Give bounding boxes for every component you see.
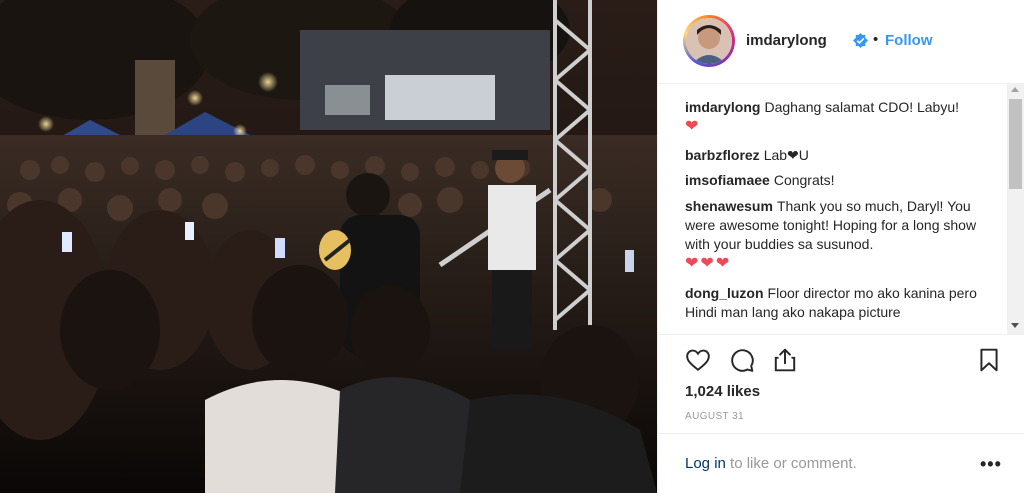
more-options-icon[interactable]: ••• (980, 454, 1002, 475)
comments-scrollbar[interactable] (1007, 84, 1024, 334)
comment-item: imsofiamaee Congrats! (685, 171, 985, 190)
post-date[interactable]: AUGUST 31 (685, 411, 744, 422)
comment-username[interactable]: dong_luzon (685, 285, 764, 301)
follow-button[interactable]: Follow (885, 32, 933, 49)
username-link[interactable]: imdarylong (746, 32, 827, 49)
scrollbar-thumb[interactable] (1009, 99, 1022, 189)
comment-text: Congrats! (773, 172, 835, 188)
comment-username[interactable]: imsofiamaee (685, 172, 770, 188)
comment-item: shenawesum Thank you so much, Daryl! You … (685, 197, 985, 274)
login-prompt: Log in to like or comment. (685, 455, 857, 472)
post-header: imdarylong • Follow (658, 0, 1024, 84)
likes-count[interactable]: 1,024 likes (685, 383, 760, 400)
heart-icon[interactable] (685, 347, 711, 373)
bookmark-icon[interactable] (976, 347, 1002, 373)
avatar[interactable] (683, 15, 735, 67)
comment-username[interactable]: imdarylong (685, 99, 760, 115)
scroll-down-arrow-icon[interactable] (1011, 323, 1019, 328)
avatar-image[interactable] (686, 18, 732, 64)
comment-text: Daghang salamat CDO! Labyu! (764, 99, 960, 115)
login-link[interactable]: Log in (685, 455, 726, 472)
concert-photo (0, 0, 657, 493)
comment-item: imdarylong Daghang salamat CDO! Labyu! ❤ (685, 98, 985, 137)
comment-icon[interactable] (729, 347, 755, 373)
verified-badge-icon (853, 33, 868, 48)
heart-emoji-icon: ❤❤❤ (685, 255, 732, 272)
post-actions: 1,024 likes AUGUST 31 (658, 334, 1024, 434)
heart-emoji-icon: ❤ (685, 118, 701, 135)
instagram-post: imdarylong • Follow imdarylong Daghang sa… (0, 0, 1024, 493)
scroll-up-arrow-icon[interactable] (1011, 87, 1019, 92)
post-side-panel: imdarylong • Follow imdarylong Daghang sa… (657, 0, 1024, 493)
comment-username[interactable]: shenawesum (685, 198, 773, 214)
comments-list[interactable]: imdarylong Daghang salamat CDO! Labyu! ❤ … (658, 85, 1008, 335)
post-photo[interactable] (0, 0, 657, 493)
comment-item: barbzflorez Lab❤U (685, 146, 985, 165)
share-icon[interactable] (772, 347, 798, 373)
header-separator: • (873, 31, 879, 48)
comment-username[interactable]: barbzflorez (685, 147, 760, 163)
comment-text: Lab❤U (763, 147, 809, 163)
comment-item: dong_luzon Floor director mo ako kanina p… (685, 284, 985, 322)
post-footer: Log in to like or comment. ••• (658, 433, 1024, 493)
login-prompt-text: to like or comment. (725, 455, 857, 472)
